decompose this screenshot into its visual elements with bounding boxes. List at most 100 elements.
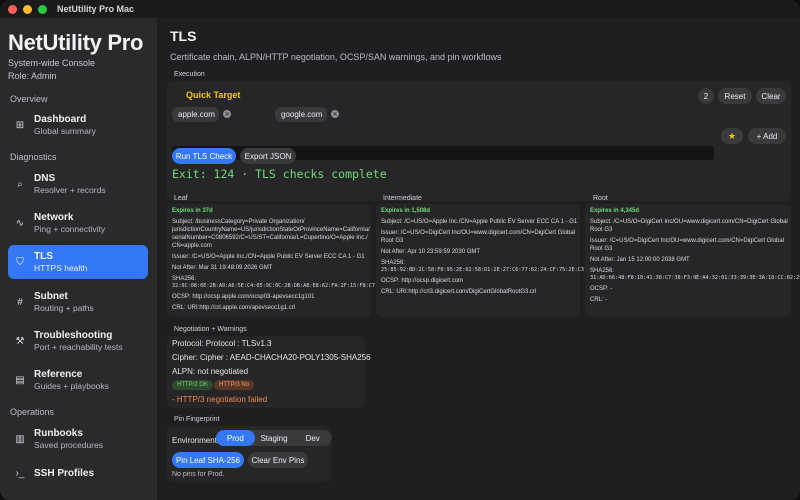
sidebar-item-subtitle: Port + reachability tests	[34, 342, 123, 352]
execution-label: Execution	[174, 71, 205, 78]
alpn-value: ALPN: not negotiated	[172, 367, 249, 376]
remove-chip-icon[interactable]: ✕	[331, 110, 339, 118]
target-chip[interactable]: google.com	[275, 107, 327, 122]
negotiation-label: Negotiation + Warnings	[174, 326, 247, 333]
app-subtitle: System-wide Console	[8, 58, 96, 68]
negotiation-warning: - HTTP/3 negotiation failed	[172, 395, 268, 404]
cert-issuer: Issuer: /C=US/O=DigiCert Inc/OU=www.digi…	[590, 238, 785, 252]
env-option-dev[interactable]: Dev	[293, 430, 332, 446]
app-name: NetUtility Pro	[8, 30, 144, 55]
cert-not-after: Not After: Jan 15 12:00:00 2038 GMT	[590, 257, 690, 263]
cert-sha-label: SHA256:	[172, 276, 197, 282]
pin-leaf-sha256-button[interactable]: Pin Leaf SHA-256	[172, 452, 244, 468]
title-bar: NetUtility Pro Mac	[0, 0, 800, 18]
sidebar-item-title: Reference	[34, 369, 83, 380]
run-tls-check-button[interactable]: Run TLS Check	[172, 148, 236, 164]
page-subtitle: Certificate chain, ALPN/HTTP negotiation…	[170, 52, 502, 62]
cert-crl: CRL: URI:http://crl3.digicert.com/DigiCe…	[381, 289, 537, 295]
environment-label: Environment	[172, 436, 217, 445]
remove-chip-icon[interactable]: ✕	[223, 110, 231, 118]
cert-crl: CRL: URI:http://crl.apple.com/apevsecc1g…	[172, 305, 296, 311]
sidebar-item-troubleshooting[interactable]: ⚒ Troubleshooting Port + reachability te…	[8, 324, 148, 358]
sidebar-item-title: TLS	[34, 251, 53, 262]
cert-ocsp: OCSP: http://ocsp.digicert.com	[381, 278, 464, 284]
pulse-icon: ∿	[15, 217, 25, 229]
sidebar-item-subtitle: Guides + playbooks	[34, 381, 109, 391]
cert-not-after: Not After: Mar 31 19:48:09 2026 GMT	[172, 265, 273, 271]
pin-fingerprint-label: Pin Fingerprint	[174, 416, 220, 423]
cert-sha256: 25:85:92:BD:2C:58:F0:95:2E:02:58:D1:2E:2…	[381, 267, 678, 273]
cert-heading-leaf: Leaf	[174, 195, 188, 202]
wrench-icon: ⚒	[15, 335, 25, 347]
clear-env-pins-button[interactable]: Clear Env Pins	[248, 452, 308, 468]
sidebar-item-subtitle: Ping + connectivity	[34, 224, 106, 234]
sidebar-item-dashboard[interactable]: ⊞ Dashboard Global summary	[8, 108, 148, 142]
sidebar-item-title: Subnet	[34, 291, 68, 302]
window-title: NetUtility Pro Mac	[57, 4, 135, 14]
sidebar-item-network[interactable]: ∿ Network Ping + connectivity	[8, 206, 148, 240]
cert-not-after: Not After: Apr 10 23:59:59 2030 GMT	[381, 249, 481, 255]
target-chip[interactable]: apple.com	[172, 107, 219, 122]
cert-ocsp: OCSP: -	[590, 286, 613, 292]
http3-status-badge: HTTP/3 No	[214, 380, 255, 390]
protocol-value: Protocol: Protocol : TLSv1.3	[172, 339, 272, 348]
search-icon: ⌕	[17, 178, 23, 190]
cert-sha256: 32:0C:08:0E:2B:A0:A6:5E:C4:05:9C:6C:2B:D…	[172, 283, 479, 289]
window-controls	[8, 4, 47, 14]
sidebar-item-subtitle: Resolver + records	[34, 185, 106, 195]
sidebar-item-title: Dashboard	[34, 114, 87, 125]
minimize-window-button[interactable]	[23, 4, 32, 14]
target-count-badge: 2	[698, 88, 714, 104]
reset-button[interactable]: Reset	[718, 88, 752, 104]
exit-status: Exit: 124 · TLS checks complete	[172, 167, 387, 181]
cipher-value: Cipher: Cipher : AEAD-CHACHA20-POLY1305-…	[172, 353, 371, 362]
section-label-operations: Operations	[10, 407, 55, 417]
sidebar-item-title: Runbooks	[34, 428, 83, 439]
cert-expiry: Expires in 37d	[172, 208, 213, 214]
sidebar-item-runbooks[interactable]: ▥ Runbooks Saved procedures	[8, 422, 148, 456]
favorite-star-button[interactable]: ★	[721, 128, 743, 144]
env-option-staging[interactable]: Staging	[255, 430, 294, 446]
sidebar: NetUtility Pro System-wide Console Role:…	[0, 18, 158, 500]
cert-expiry: Expires in 4,345d	[590, 208, 640, 214]
sidebar-item-title: SSH Profiles	[34, 467, 95, 479]
cert-issuer: Issuer: /C=US/O=DigiCert Inc/OU=www.digi…	[381, 230, 576, 244]
cert-sha-label: SHA256:	[381, 260, 406, 266]
sidebar-item-tls[interactable]: ⛉ TLS HTTPS health	[8, 245, 148, 279]
cert-subject: Subject: /C=US/O=DigiCert Inc/OU=www.dig…	[590, 219, 788, 233]
hash-icon: #	[17, 296, 23, 308]
sidebar-item-subtitle: Global summary	[34, 126, 96, 136]
cert-crl: CRL: -	[590, 297, 608, 303]
clear-button[interactable]: Clear	[756, 88, 786, 104]
chart-icon: ▥	[15, 433, 25, 445]
sidebar-item-subtitle: HTTPS health	[34, 263, 88, 273]
export-json-button[interactable]: Export JSON	[240, 148, 296, 164]
shield-icon: ⛉	[16, 256, 24, 268]
quick-target-title: Quick Target	[186, 90, 241, 100]
zoom-window-button[interactable]	[38, 4, 47, 14]
page-title: TLS	[170, 28, 197, 44]
book-icon: ▤	[15, 374, 25, 386]
sidebar-item-subtitle: Saved procedures	[34, 440, 103, 450]
cert-subject: Subject: /businessCategory=Private Organ…	[172, 219, 370, 249]
cert-ocsp: OCSP: http://ocsp.apple.com/ocsp03-apevs…	[172, 294, 315, 300]
grid-icon: ⊞	[15, 119, 25, 131]
cert-details-leaf: Expires in 37d Subject: /businessCategor…	[172, 207, 479, 315]
sidebar-item-dns[interactable]: ⌕ DNS Resolver + records	[8, 167, 148, 201]
add-target-button[interactable]: + Add	[748, 128, 786, 144]
sidebar-item-subnet[interactable]: # Subnet Routing + paths	[8, 285, 148, 319]
app-window: NetUtility Pro Mac NetUtility Pro System…	[0, 0, 800, 500]
section-label-diagnostics: Diagnostics	[10, 152, 57, 162]
execution-panel	[167, 81, 791, 201]
sidebar-item-title: Troubleshooting	[34, 330, 113, 341]
sidebar-item-ssh-profiles[interactable]: ›_ SSH Profiles	[8, 456, 148, 490]
cert-sha-label: SHA256:	[590, 268, 615, 274]
cert-sha256: 31:AD:66:48:F8:10:41:38:C7:38:F3:9E:A4:3…	[590, 275, 800, 281]
close-window-button[interactable]	[8, 4, 17, 14]
sidebar-item-reference[interactable]: ▤ Reference Guides + playbooks	[8, 363, 148, 397]
cert-details-intermediate: Expires in 1,508d Subject: /C=US/O=Apple…	[381, 207, 678, 299]
sidebar-item-title: DNS	[34, 173, 56, 184]
pin-status: No pins for Prod.	[172, 471, 225, 478]
env-option-prod[interactable]: Prod	[216, 430, 255, 446]
cert-expiry: Expires in 1,508d	[381, 208, 431, 214]
